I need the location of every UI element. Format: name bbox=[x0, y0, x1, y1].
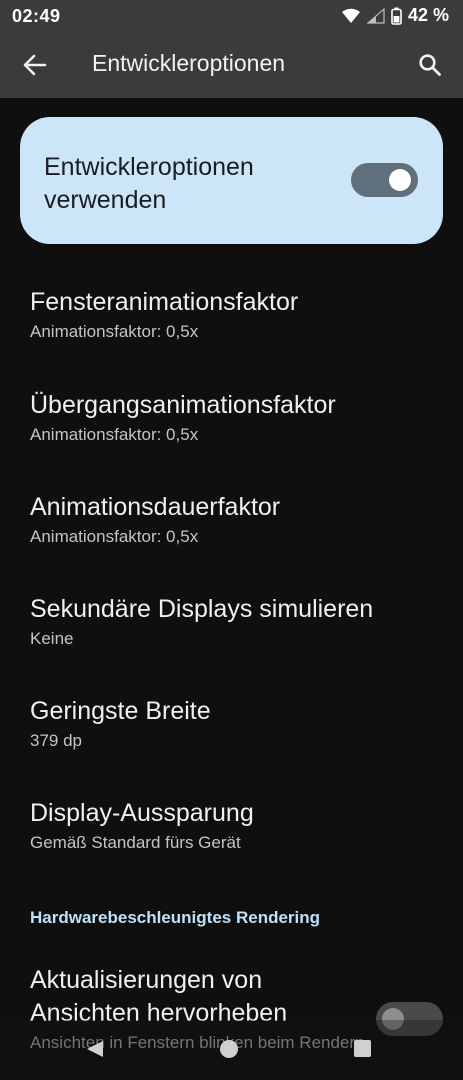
search-button[interactable] bbox=[413, 49, 447, 81]
setting-transition-animation-scale[interactable]: Übergangsanimationsfaktor Animationsfakt… bbox=[30, 389, 430, 446]
main-switch-label: Entwickleroptionen verwenden bbox=[44, 153, 254, 214]
setting-title: Fensteranimationsfaktor bbox=[30, 288, 299, 316]
setting-title: Animationsdauerfaktor bbox=[30, 493, 281, 521]
status-bar: 02:49 42 % bbox=[0, 0, 463, 32]
setting-window-animation-scale[interactable]: Fensteranimationsfaktor Animationsfaktor… bbox=[30, 286, 430, 343]
nav-home-icon[interactable] bbox=[220, 1040, 238, 1058]
section-header: Hardwarebeschleunigtes Rendering bbox=[30, 908, 321, 927]
status-time: 02:49 bbox=[12, 6, 61, 26]
setting-summary: Keine bbox=[30, 629, 74, 648]
status-icons: 42 % bbox=[341, 5, 449, 26]
setting-summary: Animationsfaktor: 0,5x bbox=[30, 527, 199, 546]
setting-summary: 379 dp bbox=[30, 731, 82, 750]
back-button[interactable] bbox=[18, 50, 52, 80]
setting-summary: Animationsfaktor: 0,5x bbox=[30, 322, 199, 341]
page-title: Entwickleroptionen bbox=[92, 50, 286, 76]
setting-title: Sekundäre Displays simulieren bbox=[30, 595, 374, 623]
navigation-bar bbox=[0, 1020, 463, 1080]
setting-title: Display-Aussparung bbox=[30, 799, 254, 827]
wifi-icon bbox=[341, 8, 360, 23]
setting-summary: Animationsfaktor: 0,5x bbox=[30, 425, 199, 444]
search-icon bbox=[419, 54, 441, 76]
setting-summary: Gemäß Standard fürs Gerät bbox=[30, 833, 241, 852]
setting-animator-duration-scale[interactable]: Animationsdauerfaktor Animationsfaktor: … bbox=[30, 491, 430, 548]
setting-display-cutout[interactable]: Display-Aussparung Gemäß Standard fürs G… bbox=[30, 797, 430, 854]
arrow-back-icon bbox=[23, 54, 47, 76]
battery-icon bbox=[391, 7, 402, 25]
setting-title: Übergangsanimationsfaktor bbox=[30, 391, 336, 419]
main-switch-bar[interactable]: Entwickleroptionen verwenden bbox=[20, 117, 443, 244]
signal-icon bbox=[366, 7, 385, 24]
battery-percent: 42 % bbox=[407, 5, 449, 25]
setting-title: Geringste Breite bbox=[30, 697, 211, 725]
app-bar: Entwickleroptionen bbox=[0, 32, 463, 98]
setting-smallest-width[interactable]: Geringste Breite 379 dp bbox=[30, 695, 430, 752]
main-switch-toggle[interactable] bbox=[351, 163, 418, 197]
setting-simulate-secondary-displays[interactable]: Sekundäre Displays simulieren Keine bbox=[30, 593, 430, 650]
nav-recents-icon[interactable] bbox=[354, 1040, 371, 1057]
nav-back-icon[interactable] bbox=[86, 1040, 104, 1058]
toggle-thumb bbox=[389, 169, 411, 191]
